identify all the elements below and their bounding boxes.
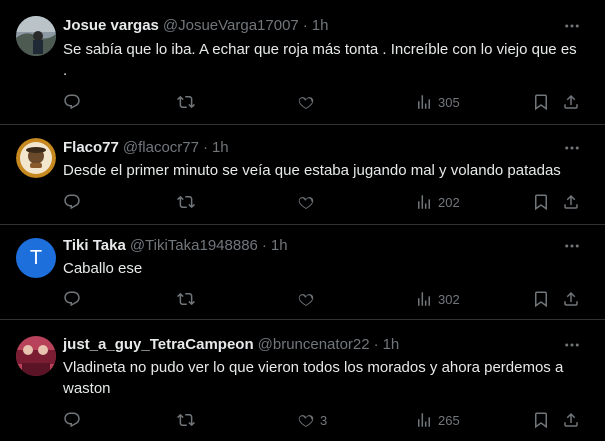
- timestamp[interactable]: 1h: [312, 16, 329, 36]
- retweet-icon: [177, 292, 195, 306]
- share-button[interactable]: [562, 192, 580, 212]
- retweet-icon: [177, 195, 195, 209]
- timestamp[interactable]: 1h: [383, 335, 400, 355]
- more-icon[interactable]: [561, 236, 583, 256]
- like-button[interactable]: [297, 289, 315, 309]
- timestamp[interactable]: 1h: [271, 236, 288, 256]
- timestamp[interactable]: 1h: [212, 138, 229, 158]
- reply-feed: Josue vargas @JosueVarga17007 · 1h Se sa…: [0, 0, 605, 441]
- views-icon: [418, 195, 430, 209]
- like-icon: [298, 197, 314, 210]
- avatar[interactable]: T: [16, 238, 56, 278]
- share-button[interactable]: [562, 410, 580, 430]
- separator-dot: ·: [261, 237, 267, 254]
- like-button[interactable]: [297, 92, 315, 112]
- bookmark-icon: [535, 412, 547, 429]
- share-button[interactable]: [562, 92, 580, 112]
- author-handle[interactable]: @bruncenator22: [258, 335, 370, 355]
- share-icon: [564, 194, 578, 209]
- bookmark-icon: [535, 94, 547, 111]
- views-icon: [418, 413, 430, 427]
- author-handle[interactable]: @TikiTaka1948886: [130, 236, 258, 256]
- author-handle[interactable]: @JosueVarga17007: [163, 16, 299, 36]
- share-icon: [564, 94, 578, 109]
- separator-dot: ·: [202, 139, 208, 156]
- reply-button[interactable]: [63, 289, 81, 309]
- reply-button[interactable]: [63, 410, 81, 430]
- reply-button[interactable]: [63, 192, 81, 212]
- bookmark-button[interactable]: [532, 92, 550, 112]
- reply-icon: [64, 412, 80, 428]
- views-button[interactable]: 202: [415, 192, 460, 212]
- retweet-button[interactable]: [177, 192, 195, 212]
- share-icon: [564, 291, 578, 306]
- tweet[interactable]: Flaco77 @flacocr77 · 1h Desde el primer …: [0, 125, 605, 225]
- reply-icon: [64, 94, 80, 110]
- reply-icon: [64, 291, 80, 307]
- like-button[interactable]: [297, 192, 315, 212]
- views-count: 265: [438, 412, 460, 428]
- views-count: 305: [438, 94, 460, 110]
- tweet-text: Vladineta no pudo ver lo que vieron todo…: [63, 359, 564, 397]
- views-icon: [418, 95, 430, 109]
- like-icon: [298, 415, 314, 428]
- bookmark-button[interactable]: [532, 192, 550, 212]
- author-handle[interactable]: @flacocr77: [123, 138, 199, 158]
- like-icon: [298, 294, 314, 307]
- retweet-button[interactable]: [177, 289, 195, 309]
- tweet-text: Caballo ese: [63, 260, 143, 277]
- share-button[interactable]: [562, 289, 580, 309]
- avatar[interactable]: [16, 336, 56, 376]
- tweet[interactable]: just_a_guy_TetraCampeon @bruncenator22 ·…: [0, 320, 605, 441]
- retweet-icon: [177, 95, 195, 109]
- retweet-button[interactable]: [177, 410, 195, 430]
- bookmark-button[interactable]: [532, 289, 550, 309]
- like-button[interactable]: 3: [297, 410, 327, 430]
- tweet[interactable]: T Tiki Taka @TikiTaka1948886 · 1h Caball…: [0, 225, 605, 320]
- like-count: 3: [320, 412, 328, 428]
- avatar-letter: T: [29, 247, 43, 269]
- views-icon: [418, 292, 430, 306]
- more-icon[interactable]: [561, 138, 583, 158]
- views-count: 302: [438, 291, 460, 307]
- views-count: 202: [438, 194, 460, 210]
- author-name[interactable]: Flaco77: [63, 138, 119, 158]
- avatar[interactable]: [16, 16, 56, 56]
- views-button[interactable]: 302: [415, 289, 460, 309]
- avatar[interactable]: [16, 138, 56, 178]
- more-icon[interactable]: [561, 16, 583, 36]
- bookmark-icon: [535, 291, 547, 308]
- views-button[interactable]: 265: [415, 410, 460, 430]
- separator-dot: ·: [373, 336, 379, 353]
- reply-icon: [64, 194, 80, 210]
- bookmark-button[interactable]: [532, 410, 550, 430]
- retweet-button[interactable]: [177, 92, 195, 112]
- reply-button[interactable]: [63, 92, 81, 112]
- tweet-text: Se sabía que lo iba. A echar que roja má…: [63, 41, 577, 79]
- retweet-icon: [177, 413, 195, 427]
- bookmark-icon: [535, 194, 547, 211]
- author-name[interactable]: Josue vargas: [63, 16, 159, 36]
- tweet[interactable]: Josue vargas @JosueVarga17007 · 1h Se sa…: [0, 0, 605, 125]
- separator-dot: ·: [302, 17, 308, 34]
- author-name[interactable]: just_a_guy_TetraCampeon: [63, 335, 254, 355]
- views-button[interactable]: 305: [415, 92, 460, 112]
- author-name[interactable]: Tiki Taka: [63, 236, 126, 256]
- more-icon[interactable]: [561, 335, 583, 355]
- like-icon: [298, 97, 314, 110]
- tweet-text: Desde el primer minuto se veía que estab…: [63, 162, 561, 179]
- share-icon: [564, 412, 578, 427]
